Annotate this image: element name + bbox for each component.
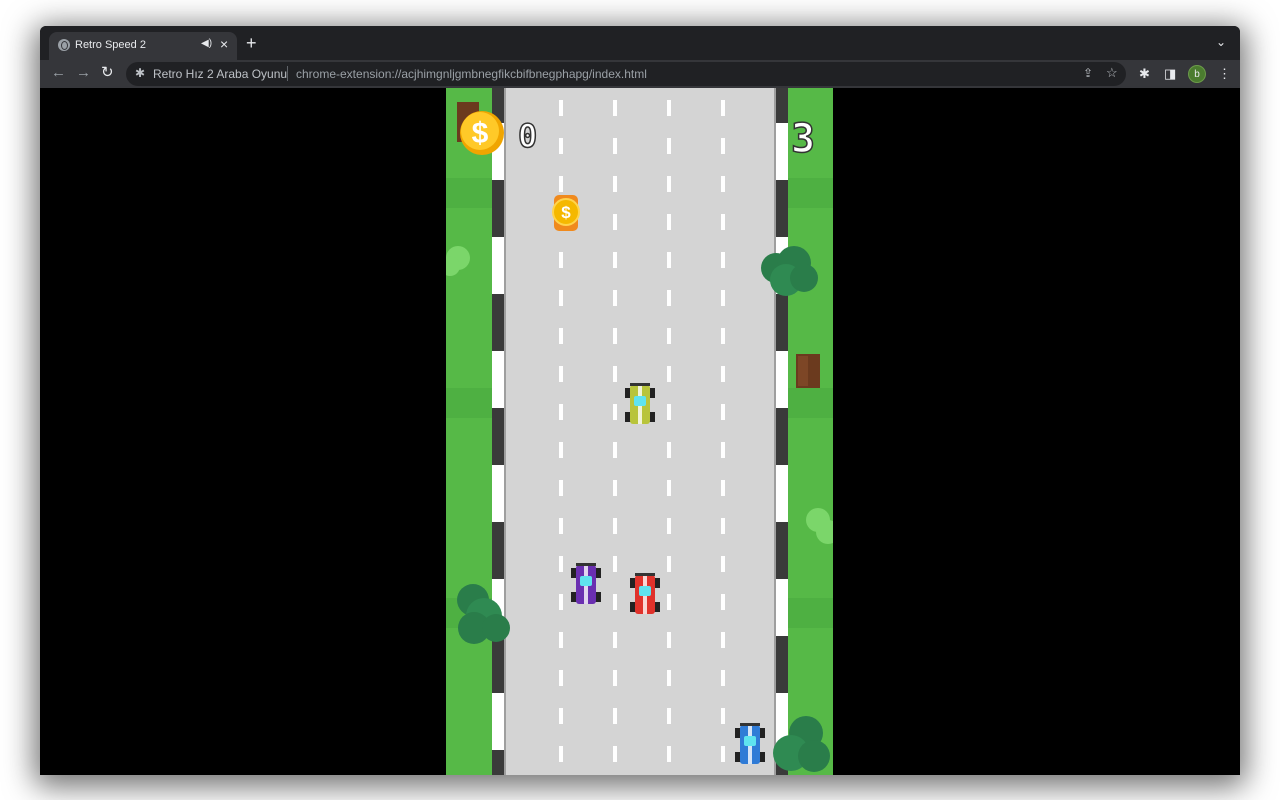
score-display: 3 bbox=[791, 116, 815, 162]
share-icon[interactable]: ⇪ bbox=[1083, 66, 1093, 80]
coin-hud-icon: $ bbox=[460, 111, 504, 155]
avatar[interactable]: b bbox=[1188, 65, 1206, 83]
tab-retro-speed[interactable]: Retro Speed 2 ◀︎) × bbox=[49, 32, 237, 60]
right-curb bbox=[774, 88, 788, 775]
star-icon[interactable]: ☆ bbox=[1106, 65, 1118, 81]
left-curb bbox=[492, 88, 506, 775]
svg-text:$: $ bbox=[561, 203, 571, 222]
road-coin: $ bbox=[552, 195, 580, 231]
browser-window: Retro Speed 2 ◀︎) × + ⌄ ← → ↻ ✱ Retro Hı… bbox=[40, 26, 1240, 775]
coin-count: 0 bbox=[518, 117, 537, 155]
chevron-down-icon[interactable]: ⌄ bbox=[1216, 35, 1226, 49]
side-panel-icon[interactable]: ◨ bbox=[1164, 66, 1176, 82]
divider bbox=[287, 66, 288, 81]
plus-icon[interactable]: + bbox=[246, 32, 257, 54]
site-name: Retro Hız 2 Araba Oyunu bbox=[153, 67, 288, 81]
page-content: $ $ 0 3 bbox=[40, 88, 1240, 775]
forward-arrow-icon[interactable]: → bbox=[76, 64, 91, 82]
url-text[interactable]: chrome-extension://acjhimgnljgmbnegfikcb… bbox=[296, 67, 647, 81]
close-icon[interactable]: × bbox=[220, 36, 228, 52]
trunk-right bbox=[796, 354, 820, 388]
extensions-icon[interactable]: ✱ bbox=[1139, 66, 1150, 82]
game-canvas[interactable]: $ $ 0 3 bbox=[446, 88, 833, 775]
road bbox=[506, 88, 774, 775]
more-menu-icon[interactable]: ⋮ bbox=[1218, 66, 1231, 82]
game-scene: $ $ 0 3 bbox=[446, 88, 833, 775]
back-arrow-icon[interactable]: ← bbox=[51, 64, 66, 82]
speaker-icon[interactable]: ◀︎) bbox=[201, 38, 212, 49]
globe-icon bbox=[58, 39, 70, 51]
tab-bar: Retro Speed 2 ◀︎) × + ⌄ bbox=[40, 26, 1240, 60]
puzzle-icon: ✱ bbox=[135, 66, 146, 80]
reload-icon[interactable]: ↻ bbox=[101, 64, 114, 82]
toolbar: ← → ↻ ✱ Retro Hız 2 Araba Oyunu chrome-e… bbox=[40, 60, 1240, 88]
address-bar[interactable]: ✱ Retro Hız 2 Araba Oyunu chrome-extensi… bbox=[126, 62, 1126, 86]
svg-text:$: $ bbox=[472, 117, 489, 150]
tab-title: Retro Speed 2 bbox=[75, 39, 146, 51]
